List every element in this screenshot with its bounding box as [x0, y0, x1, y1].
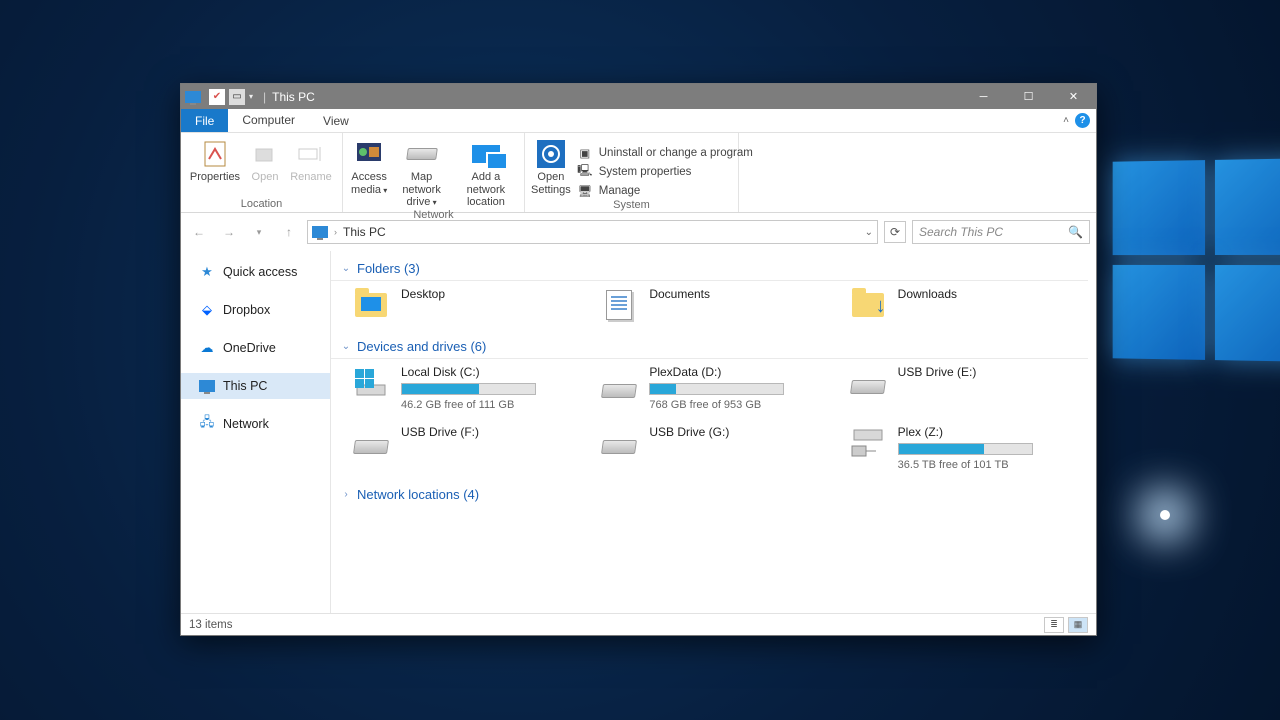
capacity-bar: [649, 383, 784, 395]
drive-z[interactable]: Plex (Z:) 36.5 TB free of 101 TB: [848, 425, 1096, 471]
properties-button[interactable]: Properties: [187, 137, 243, 184]
drive-d[interactable]: PlexData (D:) 768 GB free of 953 GB: [599, 365, 847, 411]
sidebar-item-this-pc[interactable]: This PC: [181, 373, 330, 399]
ribbon-collapse-icon[interactable]: ˄: [1063, 115, 1069, 126]
group-header-network-locations[interactable]: › Network locations (4): [331, 481, 1088, 506]
system-properties-button[interactable]: 🖳System properties: [577, 164, 753, 180]
qat-newfolder-icon[interactable]: ▭: [229, 89, 245, 105]
drive-c[interactable]: Local Disk (C:) 46.2 GB free of 111 GB: [351, 365, 599, 411]
open-button: Open: [245, 137, 285, 184]
windows-drive-icon: [353, 367, 389, 399]
view-tab[interactable]: View: [309, 109, 363, 132]
this-pc-icon: [185, 91, 201, 103]
desktop-glow: [1160, 510, 1170, 520]
titlebar-sysicon[interactable]: [181, 84, 205, 109]
hdd-icon: [850, 380, 886, 394]
documents-icon: [606, 290, 632, 320]
tiles-view-button[interactable]: ▦: [1068, 617, 1088, 633]
explorer-window: ✔ ▭ ▾ | This PC ─ ☐ ✕ File Computer View…: [180, 83, 1097, 636]
manage-button[interactable]: 🖥Manage: [577, 183, 753, 199]
downloads-icon: [852, 293, 884, 317]
ribbon-group-system-label: System: [525, 199, 738, 213]
qat-properties-icon[interactable]: ✔: [209, 89, 225, 105]
quick-access-toolbar: ✔ ▭ ▾: [205, 89, 263, 105]
sidebar-item-quick-access[interactable]: ★Quick access: [181, 259, 330, 285]
system-props-icon: 🖳: [577, 164, 593, 180]
drive-f[interactable]: USB Drive (F:): [351, 425, 599, 471]
qat-customize-icon[interactable]: ▾: [249, 92, 259, 101]
hdd-icon: [406, 148, 438, 160]
capacity-bar: [898, 443, 1033, 455]
help-icon[interactable]: ?: [1075, 113, 1090, 128]
chevron-right-icon[interactable]: ›: [334, 227, 337, 237]
group-header-folders[interactable]: ⌄ Folders (3): [331, 255, 1088, 281]
chevron-down-icon[interactable]: ⌄: [341, 341, 351, 352]
address-history-icon[interactable]: ⌄: [865, 227, 873, 238]
folder-documents[interactable]: Documents: [599, 287, 847, 323]
close-button[interactable]: ✕: [1051, 84, 1096, 109]
network-icon: 🖧: [199, 416, 215, 432]
network-drive-icon: [850, 426, 886, 460]
navigation-pane: ★Quick access ⬙Dropbox ☁OneDrive This PC…: [181, 251, 331, 613]
folder-desktop[interactable]: Desktop: [351, 287, 599, 323]
ribbon-tabstrip: File Computer View ˄ ?: [181, 109, 1096, 133]
sidebar-item-onedrive[interactable]: ☁OneDrive: [181, 335, 330, 361]
folder-icon: [355, 293, 387, 317]
uninstall-icon: ▣: [577, 145, 593, 161]
folder-downloads[interactable]: Downloads: [848, 287, 1096, 323]
hdd-icon: [601, 440, 637, 454]
details-view-button[interactable]: ≣: [1044, 617, 1064, 633]
group-header-drives[interactable]: ⌄ Devices and drives (6): [331, 333, 1088, 359]
file-tab[interactable]: File: [181, 109, 228, 132]
star-icon: ★: [199, 264, 215, 280]
address-icon: [312, 226, 328, 238]
forward-button[interactable]: →: [217, 220, 241, 244]
search-placeholder: Search This PC: [919, 225, 1003, 239]
search-icon[interactable]: 🔍: [1068, 225, 1083, 239]
desktop-windows-logo: [1113, 158, 1280, 362]
titlebar[interactable]: ✔ ▭ ▾ | This PC ─ ☐ ✕: [181, 84, 1096, 109]
up-button[interactable]: ↑: [277, 220, 301, 244]
sidebar-item-network[interactable]: 🖧Network: [181, 411, 330, 437]
access-media-button[interactable]: Access media ▾: [349, 137, 389, 196]
ribbon: Properties Open Rename Location Access m…: [181, 133, 1096, 213]
search-input[interactable]: Search This PC 🔍: [912, 220, 1090, 244]
address-bar[interactable]: › This PC ⌄: [307, 220, 878, 244]
network-location-icon: [472, 145, 500, 163]
computer-tab[interactable]: Computer: [228, 109, 309, 132]
chevron-down-icon[interactable]: ⌄: [341, 263, 351, 274]
map-network-drive-button[interactable]: Map network drive ▾: [391, 137, 452, 209]
open-settings-button[interactable]: Open Settings: [531, 137, 571, 196]
maximize-button[interactable]: ☐: [1006, 84, 1051, 109]
sidebar-item-dropbox[interactable]: ⬙Dropbox: [181, 297, 330, 323]
refresh-button[interactable]: ⟳: [884, 221, 906, 243]
window-title: This PC: [266, 90, 315, 104]
ribbon-group-location-label: Location: [181, 198, 342, 212]
dropbox-icon: ⬙: [199, 302, 215, 318]
add-network-location-button[interactable]: Add a network location: [454, 137, 518, 209]
hdd-icon: [353, 440, 389, 454]
minimize-button[interactable]: ─: [961, 84, 1006, 109]
recent-locations-button[interactable]: ▾: [247, 220, 271, 244]
chevron-right-icon[interactable]: ›: [341, 489, 351, 500]
manage-icon: 🖥: [577, 183, 593, 199]
status-item-count: 13 items: [189, 619, 232, 631]
uninstall-program-button[interactable]: ▣Uninstall or change a program: [577, 145, 753, 161]
navigation-bar: ← → ▾ ↑ › This PC ⌄ ⟳ Search This PC 🔍: [187, 217, 1090, 247]
drive-g[interactable]: USB Drive (G:): [599, 425, 847, 471]
onedrive-icon: ☁: [199, 340, 215, 356]
status-bar: 13 items ≣ ▦: [181, 613, 1096, 635]
this-pc-icon: [199, 378, 215, 394]
breadcrumb-this-pc[interactable]: This PC: [343, 225, 386, 239]
capacity-bar: [401, 383, 536, 395]
rename-button: Rename: [287, 137, 335, 184]
drive-e[interactable]: USB Drive (E:): [848, 365, 1096, 411]
hdd-icon: [601, 384, 637, 398]
back-button[interactable]: ←: [187, 220, 211, 244]
content-pane[interactable]: ⌄ Folders (3) Desktop Documents Download…: [331, 251, 1096, 613]
